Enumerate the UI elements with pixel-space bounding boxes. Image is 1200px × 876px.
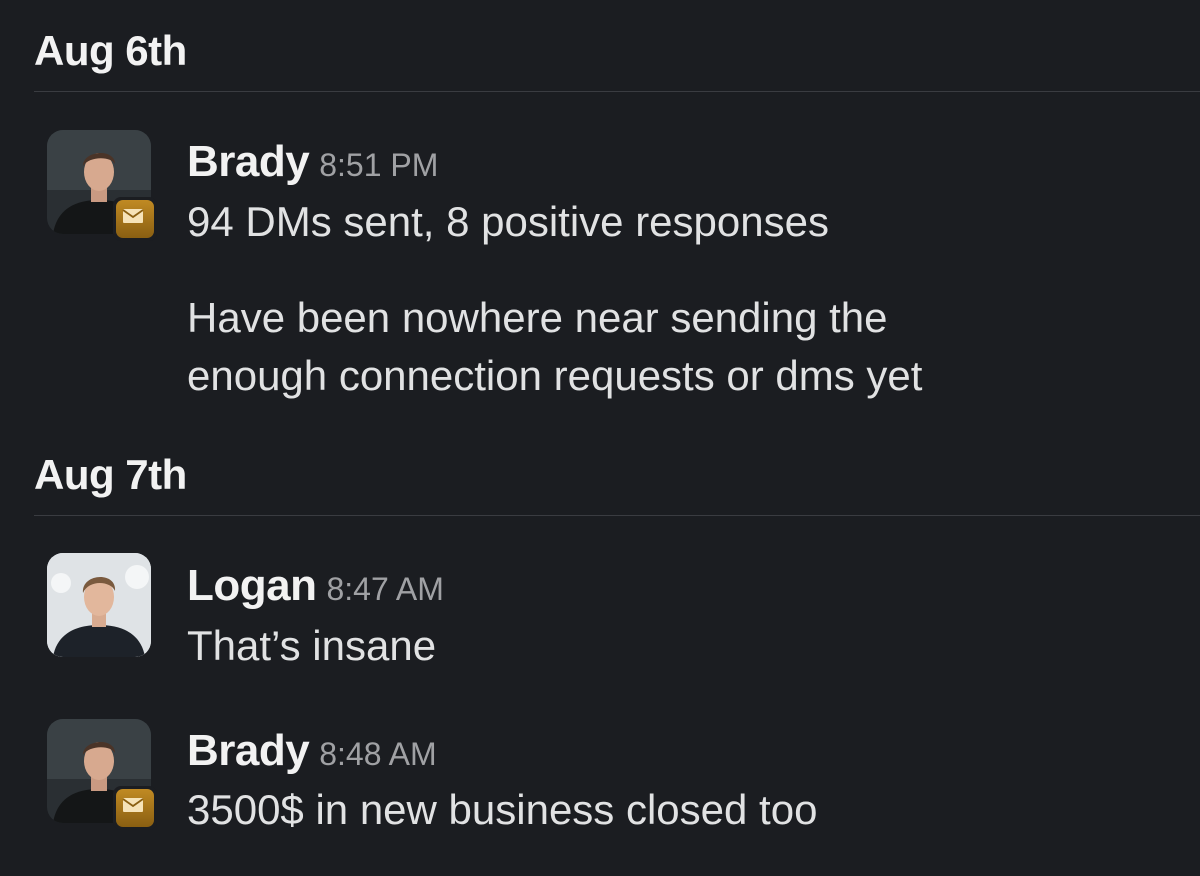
author-name[interactable]: Logan [187,561,317,610]
message-text: Have been nowhere near sending the [187,294,888,341]
message-header: Logan 8:47 AM [187,564,444,608]
message-text: enough connection requests or dms yet [187,352,923,399]
date-divider-label[interactable]: Aug 7th [34,454,187,496]
envelope-icon [122,209,144,223]
author-name[interactable]: Brady [187,726,310,775]
message-header: Brady 8:51 PM [187,140,438,184]
logan-avatar[interactable] [47,553,151,657]
date-divider-label[interactable]: Aug 6th [34,30,187,72]
author-name[interactable]: Brady [187,137,310,186]
message-text: 94 DMs sent, 8 positive responses [187,198,829,245]
date-divider-line [34,515,1200,516]
message-text: 3500$ in new business closed too [187,786,818,833]
message-timestamp[interactable]: 8:48 AM [319,736,436,772]
message-header: Brady 8:48 AM [187,729,437,773]
message-text: That’s insane [187,622,437,669]
envelope-icon [122,798,144,812]
status-badge[interactable] [113,786,157,830]
message-timestamp[interactable]: 8:51 PM [319,147,438,183]
message-timestamp[interactable]: 8:47 AM [326,571,443,607]
status-badge[interactable] [113,197,157,241]
date-divider-line [34,91,1200,92]
